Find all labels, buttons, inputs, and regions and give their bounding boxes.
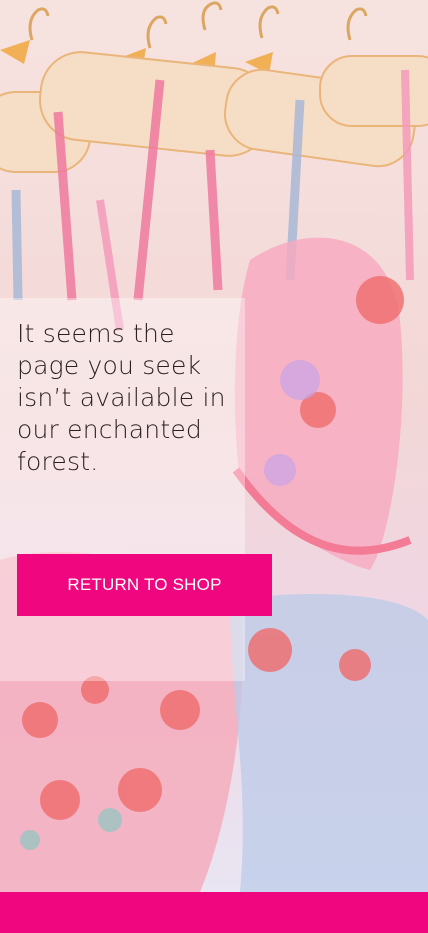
not-found-message: It seems the page you seek isn’t availab… — [17, 319, 226, 476]
footer-bar — [0, 892, 428, 933]
not-found-page: It seems the page you seek isn’t availab… — [0, 0, 428, 933]
return-to-shop-button[interactable]: RETURN TO SHOP — [17, 554, 272, 616]
